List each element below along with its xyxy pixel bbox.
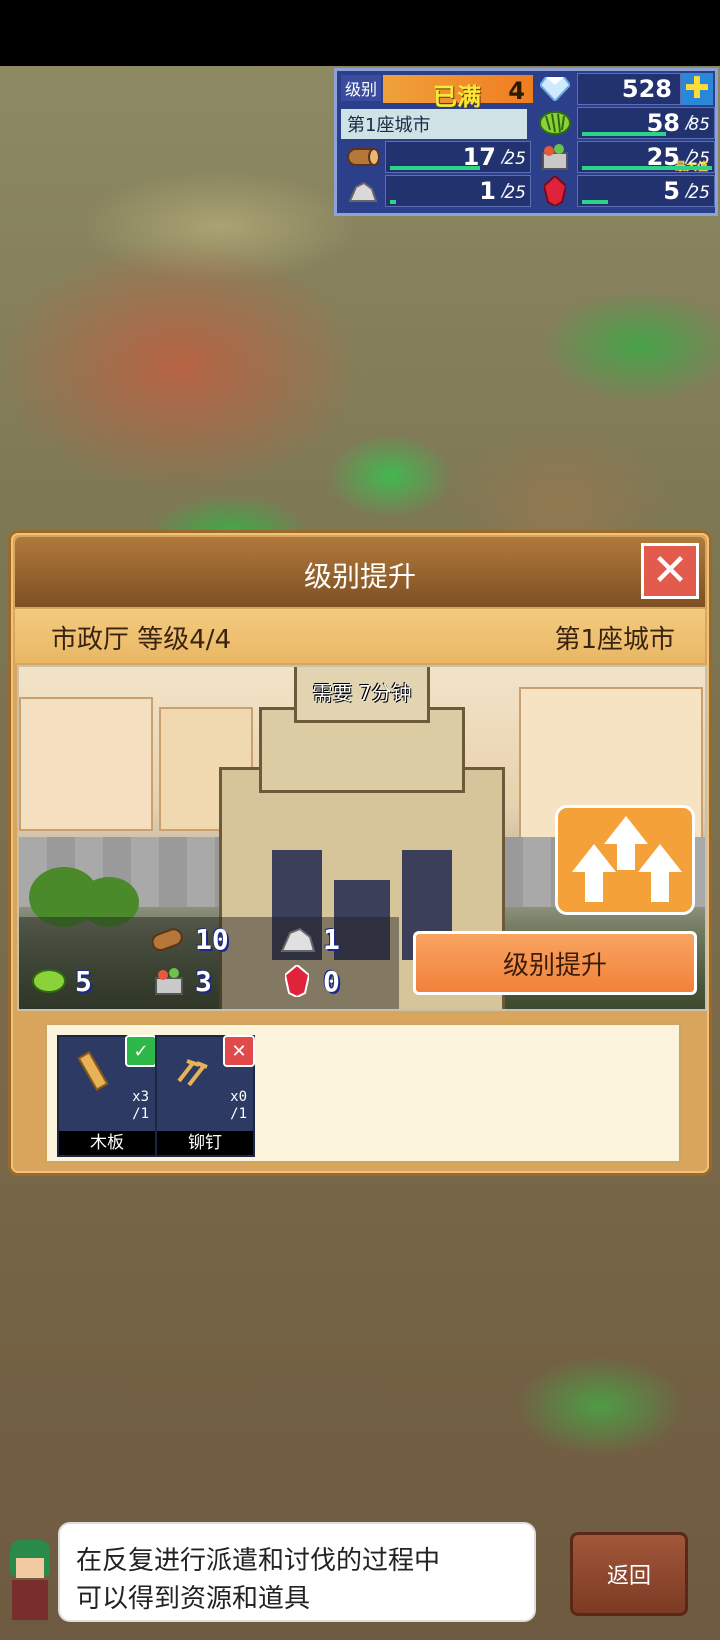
ore-icon [341, 175, 385, 207]
cost-ruby: 0 [277, 963, 340, 999]
upgrade-dialog: 级别提升 ✕ 市政厅 等级4/4 第1座城市 需要 7分钟 10 1 5 3 0… [8, 530, 712, 1176]
ruby-bar [582, 200, 608, 204]
time-required: 需要 7分钟 [312, 681, 412, 705]
status-bar [0, 0, 720, 66]
wood-max: 25 [504, 149, 526, 169]
villager-bar [582, 166, 712, 170]
required-materials: x3 /1 木板 ✓ x0 /1 铆钉 ✕ [45, 1023, 681, 1163]
gem-icon [533, 73, 577, 105]
advisor-avatar [4, 1540, 56, 1624]
hint-line-1: 在反复进行派遣和讨伐的过程中 [76, 1546, 441, 1576]
cost-ore: 1 [277, 921, 340, 957]
cost-food: 5 [29, 963, 92, 999]
material-item[interactable]: x0 /1 铆钉 ✕ [155, 1035, 255, 1157]
gem-count: 528 [621, 75, 672, 103]
city-label: 第1座城市 [554, 625, 675, 655]
cross-icon: ✕ [223, 1035, 255, 1067]
upgrade-cost: 10 1 5 3 0 [19, 917, 399, 1009]
building-name-level: 市政厅 等级4/4 [51, 625, 232, 655]
ore-icon [277, 921, 317, 957]
ruby-current: 5 [663, 177, 680, 205]
gem-counter: 528 [577, 73, 681, 105]
food-bar [582, 132, 666, 136]
food-counter: 58 / 85 [577, 107, 715, 139]
wood-icon [149, 921, 189, 957]
upgrade-arrows-icon [555, 805, 695, 915]
ruby-icon [533, 175, 577, 207]
rivet-icon [171, 1051, 211, 1091]
ruby-icon [277, 963, 317, 999]
ore-current: 1 [479, 177, 496, 205]
dialog-header: 级别提升 ✕ [15, 537, 705, 607]
check-icon: ✓ [125, 1035, 157, 1067]
dialog-title: 级别提升 [303, 560, 416, 593]
level-status: 已满 [433, 83, 481, 111]
building-preview: 需要 7分钟 10 1 5 3 0 级别提升 [17, 665, 707, 1011]
wood-icon [341, 141, 385, 173]
plank-icon [73, 1051, 113, 1091]
upgrade-button[interactable]: 级别提升 [413, 931, 697, 995]
cost-wood: 10 [149, 921, 229, 957]
close-button[interactable]: ✕ [641, 543, 699, 599]
villager-icon [533, 141, 577, 173]
ore-bar [390, 200, 396, 204]
material-label: 铆钉 [157, 1131, 253, 1155]
background-house [19, 697, 153, 831]
hint-line-2: 可以得到资源和道具 [76, 1584, 311, 1614]
close-icon: ✕ [651, 545, 689, 596]
level-bar: 已满 4 [383, 75, 533, 111]
material-item[interactable]: x3 /1 木板 ✓ [57, 1035, 157, 1157]
food-max: 85 [688, 115, 710, 135]
food-icon [533, 107, 577, 139]
dialog-subheader: 市政厅 等级4/4 第1座城市 [15, 609, 705, 663]
wood-counter: 17 / 25 [385, 141, 531, 173]
villager-icon [149, 963, 189, 999]
back-button[interactable]: 返回 [570, 1532, 688, 1616]
level-label: 级别 [341, 75, 381, 101]
ruby-max: 25 [688, 183, 710, 203]
ruby-counter: 5 / 25 [577, 175, 715, 207]
food-icon [29, 963, 69, 999]
hud-city-name: 第1座城市 [341, 109, 527, 139]
ore-max: 25 [504, 183, 526, 203]
add-gems-button[interactable]: ✚ [681, 73, 713, 105]
cost-villagers: 3 [149, 963, 212, 999]
villager-counter: 25 / 25 最大值 [577, 141, 715, 173]
resource-hud: 级别 已满 4 528 ✚ 第1座城市 58 / 85 17 / 25 25 /… [334, 68, 718, 216]
material-label: 木板 [59, 1131, 155, 1155]
wood-bar [390, 166, 480, 170]
hint-bubble: 在反复进行派遣和讨伐的过程中 可以得到资源和道具 [58, 1522, 536, 1622]
ore-counter: 1 / 25 [385, 175, 531, 207]
level-value: 4 [508, 77, 525, 105]
